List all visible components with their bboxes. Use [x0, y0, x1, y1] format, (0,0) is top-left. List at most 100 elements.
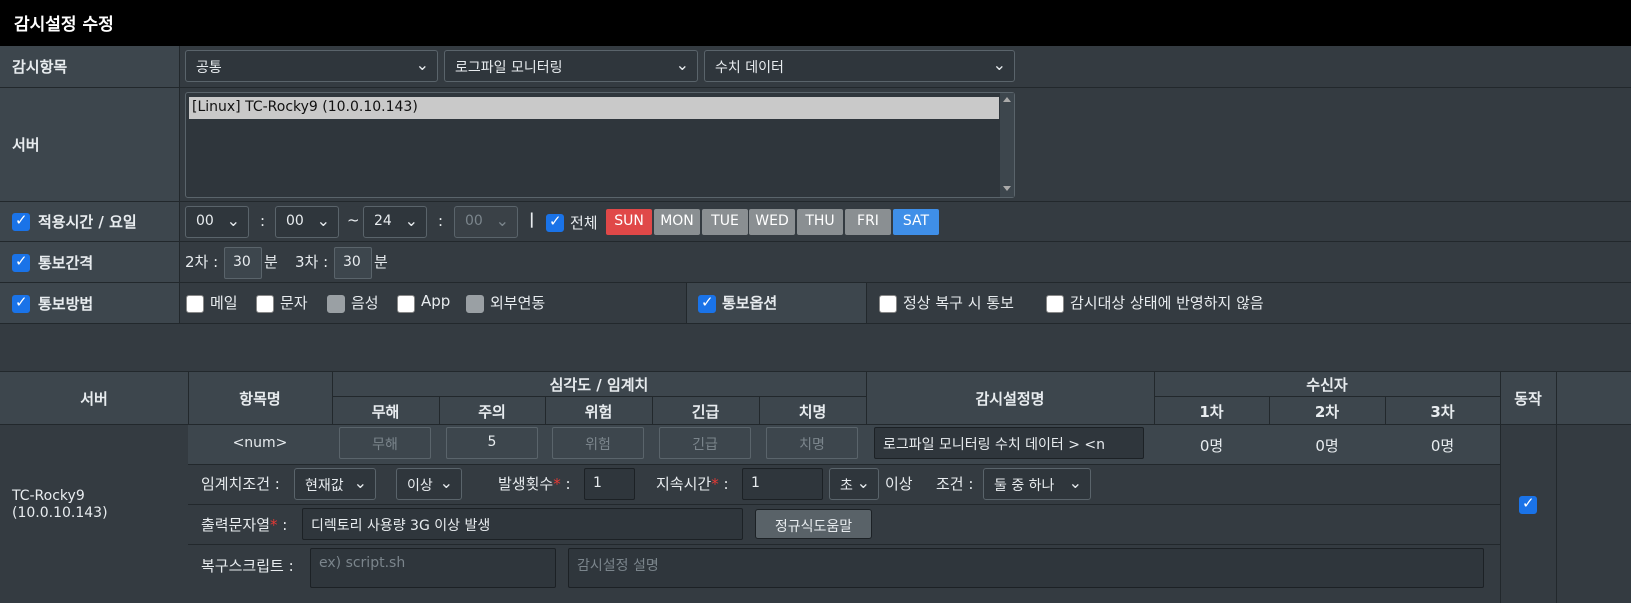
- voice-label: 음성: [351, 294, 379, 312]
- script-label: 복구스크립트 :: [201, 557, 294, 575]
- row-border: [188, 544, 1500, 545]
- col-divider: [545, 396, 546, 424]
- recv-3-header: 3차: [1430, 403, 1455, 421]
- time-tilde: ~: [347, 211, 360, 229]
- header-mid-border-recv: [1154, 396, 1500, 397]
- scroll-down-icon: [1003, 186, 1011, 191]
- app-checkbox[interactable]: [397, 295, 415, 313]
- schedule-checkbox[interactable]: [12, 211, 30, 231]
- condition-select[interactable]: 둘 중 하나 ⌄: [983, 468, 1091, 500]
- second-interval-input[interactable]: 30: [224, 247, 262, 279]
- server-row: 서버 [Linux] TC-Rocky9 (10.0.10.143): [0, 88, 1631, 202]
- threshold-select[interactable]: 현재값 ⌄: [294, 468, 376, 500]
- sev-urgent-input[interactable]: 긴급: [659, 427, 751, 459]
- sev-fatal-input[interactable]: 치명: [766, 427, 858, 459]
- server-label: 서버: [0, 88, 180, 201]
- start-hour-select[interactable]: 00 ⌄: [185, 206, 249, 238]
- header-mid-border: [332, 396, 866, 397]
- start-minute-select[interactable]: 00 ⌄: [275, 206, 339, 238]
- row-border: [188, 504, 1500, 505]
- all-days-checkbox[interactable]: [546, 212, 564, 232]
- duration-unit-select[interactable]: 초 ⌄: [829, 468, 879, 500]
- chevron-down-icon: ⌄: [992, 55, 1006, 74]
- chevron-down-icon: ⌄: [353, 473, 367, 492]
- sev-fatal-header: 치명: [798, 403, 827, 421]
- day-tue-button[interactable]: TUE: [702, 209, 748, 235]
- sev-harmless-input[interactable]: 무해: [339, 427, 431, 459]
- threshold-label: 임계치조건 :: [201, 475, 280, 493]
- voice-checkbox[interactable]: [327, 295, 345, 313]
- script-input[interactable]: ex) script.sh: [310, 548, 556, 588]
- compare-select[interactable]: 이상 ⌄: [396, 468, 462, 500]
- mail-checkbox[interactable]: [186, 295, 204, 313]
- duration-input[interactable]: 1: [742, 468, 823, 500]
- start-hour-value: 00: [196, 213, 214, 229]
- interval-checkbox[interactable]: [12, 252, 30, 272]
- day-sat-button[interactable]: SAT: [893, 209, 939, 235]
- col-divider: [1385, 396, 1386, 424]
- setting-name-input[interactable]: 로그파일 모니터링 수치 데이터 > <n: [874, 427, 1144, 459]
- recv-1-value: 0명: [1199, 437, 1224, 455]
- regex-help-button[interactable]: 정규식도움말: [755, 509, 872, 539]
- sms-label: 문자: [280, 294, 308, 312]
- recv-2-header: 2차: [1314, 403, 1340, 421]
- col-name-header: 감시설정명: [975, 390, 1045, 408]
- day-sun-button[interactable]: SUN: [606, 209, 652, 235]
- occur-input[interactable]: 1: [584, 468, 635, 500]
- chevron-down-icon: ⌄: [415, 55, 429, 74]
- third-interval-label: 3차 :: [295, 253, 329, 271]
- third-interval-input[interactable]: 30: [334, 247, 372, 279]
- notify-recovery-checkbox[interactable]: [879, 295, 897, 313]
- separator: |: [529, 210, 535, 228]
- server-list-item[interactable]: [Linux] TC-Rocky9 (10.0.10.143): [189, 97, 999, 119]
- sev-danger-input[interactable]: 위험: [552, 427, 644, 459]
- compare-select-value: 이상: [407, 478, 433, 494]
- third-interval-unit: 분: [374, 253, 388, 271]
- notify-option-label: 통보옵션: [722, 294, 778, 312]
- day-wed-button[interactable]: WED: [749, 209, 795, 235]
- sev-caution-input[interactable]: 5: [446, 427, 538, 459]
- day-fri-button[interactable]: FRI: [845, 209, 891, 235]
- duration-label: 지속시간* :: [656, 475, 729, 493]
- end-minute-select[interactable]: 00 ⌄: [454, 206, 518, 238]
- notify-recovery-label: 정상 복구 시 통보: [903, 294, 1014, 312]
- no-reflect-checkbox[interactable]: [1046, 295, 1064, 313]
- output-input[interactable]: 디렉토리 사용량 3G 이상 발생: [302, 508, 743, 540]
- condition-select-value: 둘 중 하나: [994, 478, 1055, 494]
- end-hour-select[interactable]: 24 ⌄: [363, 206, 427, 238]
- monitor-type-select[interactable]: 로그파일 모니터링 ⌄: [444, 50, 698, 82]
- col-divider: [652, 396, 653, 424]
- description-input[interactable]: 감시설정 설명: [568, 548, 1484, 588]
- data-type-select[interactable]: 수치 데이터 ⌄: [704, 50, 1015, 82]
- notify-option-checkbox[interactable]: [698, 293, 716, 313]
- chevron-down-icon: ⌄: [404, 211, 418, 230]
- server-listbox[interactable]: [Linux] TC-Rocky9 (10.0.10.143): [185, 92, 1015, 198]
- no-reflect-label: 감시대상 상태에 반영하지 않음: [1070, 294, 1264, 312]
- over-text: 이상: [885, 475, 913, 493]
- cond-label: 조건 :: [936, 475, 974, 493]
- interval-label: 통보간격: [38, 253, 94, 272]
- day-thu-button[interactable]: THU: [797, 209, 843, 235]
- recv-3-value: 0명: [1430, 437, 1455, 455]
- col-item-header: 항목명: [239, 390, 281, 408]
- col-divider: [1556, 371, 1557, 603]
- schedule-label: 적용시간 / 요일: [38, 213, 137, 231]
- occur-label: 발생횟수* :: [498, 475, 571, 493]
- method-checkbox[interactable]: [12, 293, 30, 313]
- duration-unit-value: 초: [840, 478, 853, 494]
- mail-label: 메일: [210, 294, 238, 312]
- sev-urgent-header: 긴급: [691, 403, 720, 421]
- chevron-down-icon: ⌄: [439, 473, 453, 492]
- external-checkbox[interactable]: [466, 295, 484, 313]
- col-severity-header: 심각도 / 임계치: [549, 376, 649, 394]
- listbox-scrollbar[interactable]: [1000, 93, 1014, 197]
- sms-checkbox[interactable]: [256, 295, 274, 313]
- server-name: TC-Rocky9: [12, 488, 85, 504]
- category-select[interactable]: 공통 ⌄: [185, 50, 438, 82]
- sev-danger-header: 위험: [584, 403, 613, 421]
- settings-table: 서버 항목명 심각도 / 임계치 무해 주의 위험 긴급 치명 감시설정명 수신…: [0, 371, 1631, 603]
- day-mon-button[interactable]: MON: [654, 209, 700, 235]
- action-checkbox[interactable]: [1519, 494, 1537, 514]
- col-divider: [439, 396, 440, 424]
- col-recv-header: 수신자: [1306, 376, 1348, 394]
